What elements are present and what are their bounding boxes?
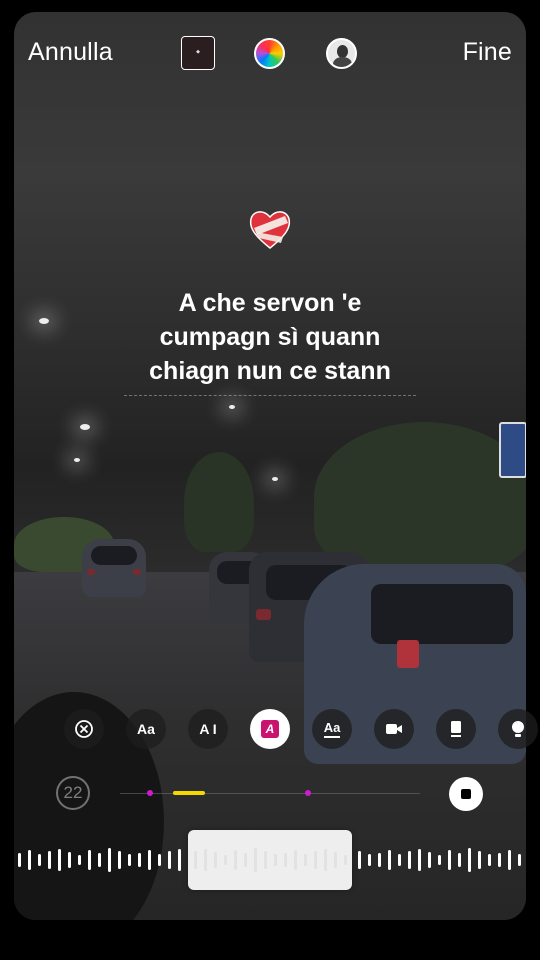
waveform-bar bbox=[428, 852, 431, 868]
waveform-bar bbox=[88, 850, 91, 870]
waveform-bar bbox=[38, 854, 41, 866]
waveform-bar bbox=[148, 850, 151, 870]
timeline-marker bbox=[147, 790, 153, 796]
sticker-thumbnail-icon: ◆ bbox=[196, 50, 200, 55]
waveform-bar bbox=[498, 853, 501, 867]
waveform-bar bbox=[508, 850, 511, 870]
waveform-bar bbox=[108, 848, 111, 872]
remove-button[interactable] bbox=[64, 709, 104, 749]
stop-button[interactable] bbox=[449, 777, 483, 811]
done-button[interactable]: Fine bbox=[463, 38, 512, 67]
waveform-bar bbox=[418, 849, 421, 871]
lyrics-line: A che servon 'e bbox=[178, 289, 362, 317]
lyrics-line: cumpagn sì quann bbox=[159, 323, 381, 351]
car bbox=[82, 539, 146, 597]
text-size-icon: A I bbox=[199, 721, 217, 737]
waveform-bar bbox=[254, 848, 257, 872]
waveform-bar bbox=[478, 851, 481, 869]
camera-button[interactable] bbox=[374, 709, 414, 749]
waveform-bar bbox=[468, 848, 471, 872]
bulb-button[interactable] bbox=[498, 709, 538, 749]
waveform-bar bbox=[98, 853, 101, 867]
text-highlight-icon: A bbox=[261, 720, 279, 738]
street-light bbox=[80, 424, 90, 430]
waveform-bar bbox=[204, 849, 207, 871]
waveform-bar bbox=[334, 852, 337, 868]
timeline-selection[interactable] bbox=[173, 791, 205, 795]
camera-icon bbox=[386, 724, 402, 734]
waveform-bar bbox=[358, 851, 361, 869]
lyrics-underline bbox=[124, 395, 416, 399]
waveform-bar bbox=[314, 851, 317, 869]
waveform-bar bbox=[48, 851, 51, 869]
video-preview bbox=[14, 12, 526, 920]
waveform-bar bbox=[274, 854, 277, 866]
waveform-bar bbox=[244, 853, 247, 867]
sticker-thumbnail-button[interactable]: ◆ bbox=[181, 36, 215, 70]
waveform-bar bbox=[264, 851, 267, 869]
selected-waveform bbox=[194, 848, 347, 872]
waveform-bar bbox=[214, 852, 217, 868]
tree bbox=[314, 422, 526, 572]
avatar-button[interactable] bbox=[326, 38, 357, 69]
waveform-bar bbox=[388, 850, 391, 870]
lyrics-text[interactable]: A che servon 'e cumpagn sì quann chiagn … bbox=[60, 286, 480, 388]
text-style-icon: Aa bbox=[137, 721, 155, 737]
cancel-button[interactable]: Annulla bbox=[28, 38, 113, 67]
waveform-bar bbox=[234, 850, 237, 870]
timeline-track[interactable] bbox=[120, 793, 420, 794]
road-sign bbox=[499, 422, 526, 478]
duration-badge[interactable]: 22 bbox=[56, 776, 90, 810]
street-light bbox=[39, 318, 49, 324]
stop-icon bbox=[461, 789, 471, 799]
card-button[interactable] bbox=[436, 709, 476, 749]
waveform-bar bbox=[378, 853, 381, 867]
waveform-bar bbox=[458, 853, 461, 867]
bulb-icon bbox=[512, 721, 524, 737]
text-effect-button[interactable]: Aa bbox=[312, 709, 352, 749]
text-style-button[interactable]: Aa bbox=[126, 709, 166, 749]
audio-segment-selector[interactable] bbox=[188, 830, 352, 890]
tree bbox=[184, 452, 254, 552]
street-light bbox=[74, 458, 80, 462]
waveform-bar bbox=[304, 854, 307, 866]
waveform-bar bbox=[28, 850, 31, 870]
waveform-bar bbox=[408, 851, 411, 869]
text-effect-icon: Aa bbox=[323, 720, 341, 738]
heart-bandage-icon[interactable] bbox=[247, 206, 293, 252]
waveform-bar bbox=[368, 854, 371, 866]
waveform-bar bbox=[158, 854, 161, 866]
waveform-bar bbox=[224, 855, 227, 865]
waveform-bar bbox=[178, 849, 181, 871]
waveform-bar bbox=[168, 851, 171, 869]
text-highlight-button[interactable]: A bbox=[250, 709, 290, 749]
waveform-bar bbox=[68, 852, 71, 868]
waveform-bar bbox=[398, 854, 401, 866]
waveform-bar bbox=[194, 851, 197, 869]
waveform-bar bbox=[128, 854, 131, 866]
remove-icon bbox=[75, 720, 93, 738]
waveform-bar bbox=[58, 849, 61, 871]
lyrics-line: chiagn nun ce stann bbox=[149, 357, 391, 385]
card-icon bbox=[451, 721, 461, 737]
waveform-bar bbox=[344, 855, 347, 865]
color-picker-button[interactable] bbox=[254, 38, 285, 69]
waveform-bar bbox=[284, 853, 287, 867]
waveform-bar bbox=[438, 855, 441, 865]
street-light bbox=[272, 477, 278, 481]
waveform-bar bbox=[78, 855, 81, 865]
timeline-marker bbox=[305, 790, 311, 796]
waveform-bar bbox=[488, 854, 491, 866]
waveform-bar bbox=[118, 851, 121, 869]
street-light bbox=[229, 405, 235, 409]
text-size-button[interactable]: A I bbox=[188, 709, 228, 749]
waveform-bar bbox=[138, 853, 141, 867]
waveform-bar bbox=[518, 854, 521, 866]
waveform-bar bbox=[18, 853, 21, 867]
waveform-bar bbox=[294, 850, 297, 870]
waveform-bar bbox=[324, 849, 327, 871]
waveform-bar bbox=[448, 850, 451, 870]
